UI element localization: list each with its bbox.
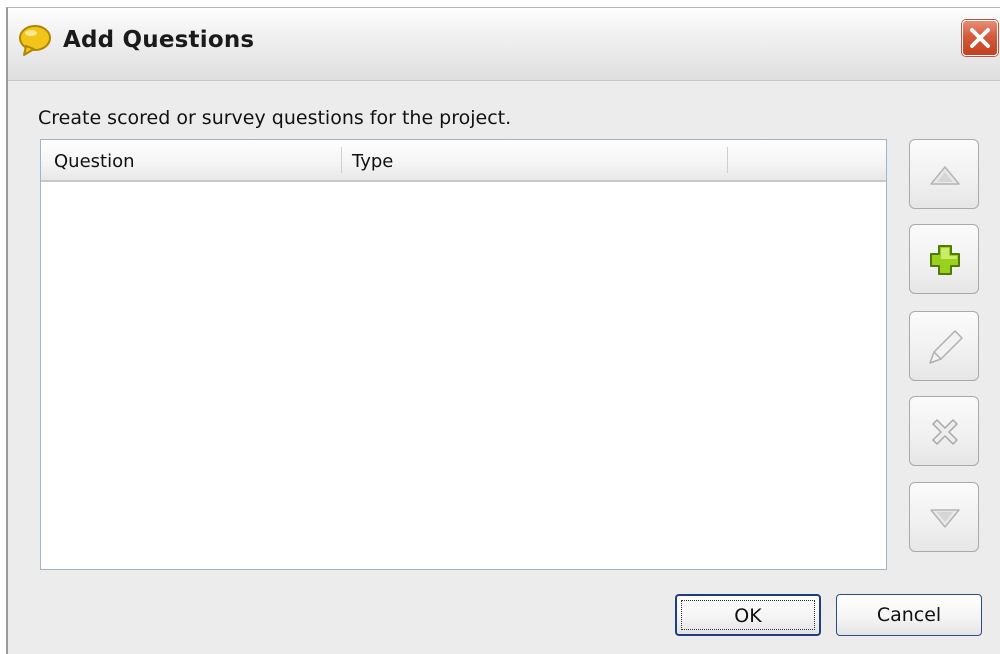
column-header-type[interactable]: Type bbox=[352, 151, 393, 172]
column-divider[interactable] bbox=[341, 147, 342, 173]
move-down-button[interactable] bbox=[909, 482, 979, 552]
triangle-up-icon bbox=[930, 166, 960, 185]
close-x-icon bbox=[970, 28, 990, 48]
close-button[interactable] bbox=[962, 20, 998, 56]
ok-button[interactable]: OK bbox=[675, 594, 821, 636]
cancel-button-label: Cancel bbox=[876, 604, 942, 626]
add-button[interactable] bbox=[909, 224, 979, 294]
table-header: Question Type bbox=[41, 140, 886, 182]
window-title: Add Questions bbox=[63, 27, 255, 53]
plus-icon bbox=[930, 245, 960, 275]
yellow-bubble-icon bbox=[19, 25, 51, 56]
edit-button[interactable] bbox=[909, 311, 979, 381]
table-body[interactable] bbox=[41, 182, 886, 569]
ok-button-label: OK bbox=[734, 605, 762, 627]
delete-button[interactable] bbox=[909, 396, 979, 466]
x-icon bbox=[932, 419, 958, 445]
triangle-down-icon bbox=[930, 509, 960, 528]
cancel-button[interactable]: Cancel bbox=[836, 594, 982, 636]
column-header-question[interactable]: Question bbox=[54, 151, 135, 172]
questions-table[interactable]: Question Type bbox=[40, 139, 887, 570]
column-divider[interactable] bbox=[727, 147, 728, 173]
pencil-icon bbox=[929, 330, 963, 364]
add-questions-dialog: Add Questions Create scored or survey qu… bbox=[6, 7, 1000, 654]
move-up-button[interactable] bbox=[909, 139, 979, 209]
title-bar[interactable]: Add Questions bbox=[8, 8, 1000, 81]
instruction-text: Create scored or survey questions for th… bbox=[38, 107, 512, 129]
